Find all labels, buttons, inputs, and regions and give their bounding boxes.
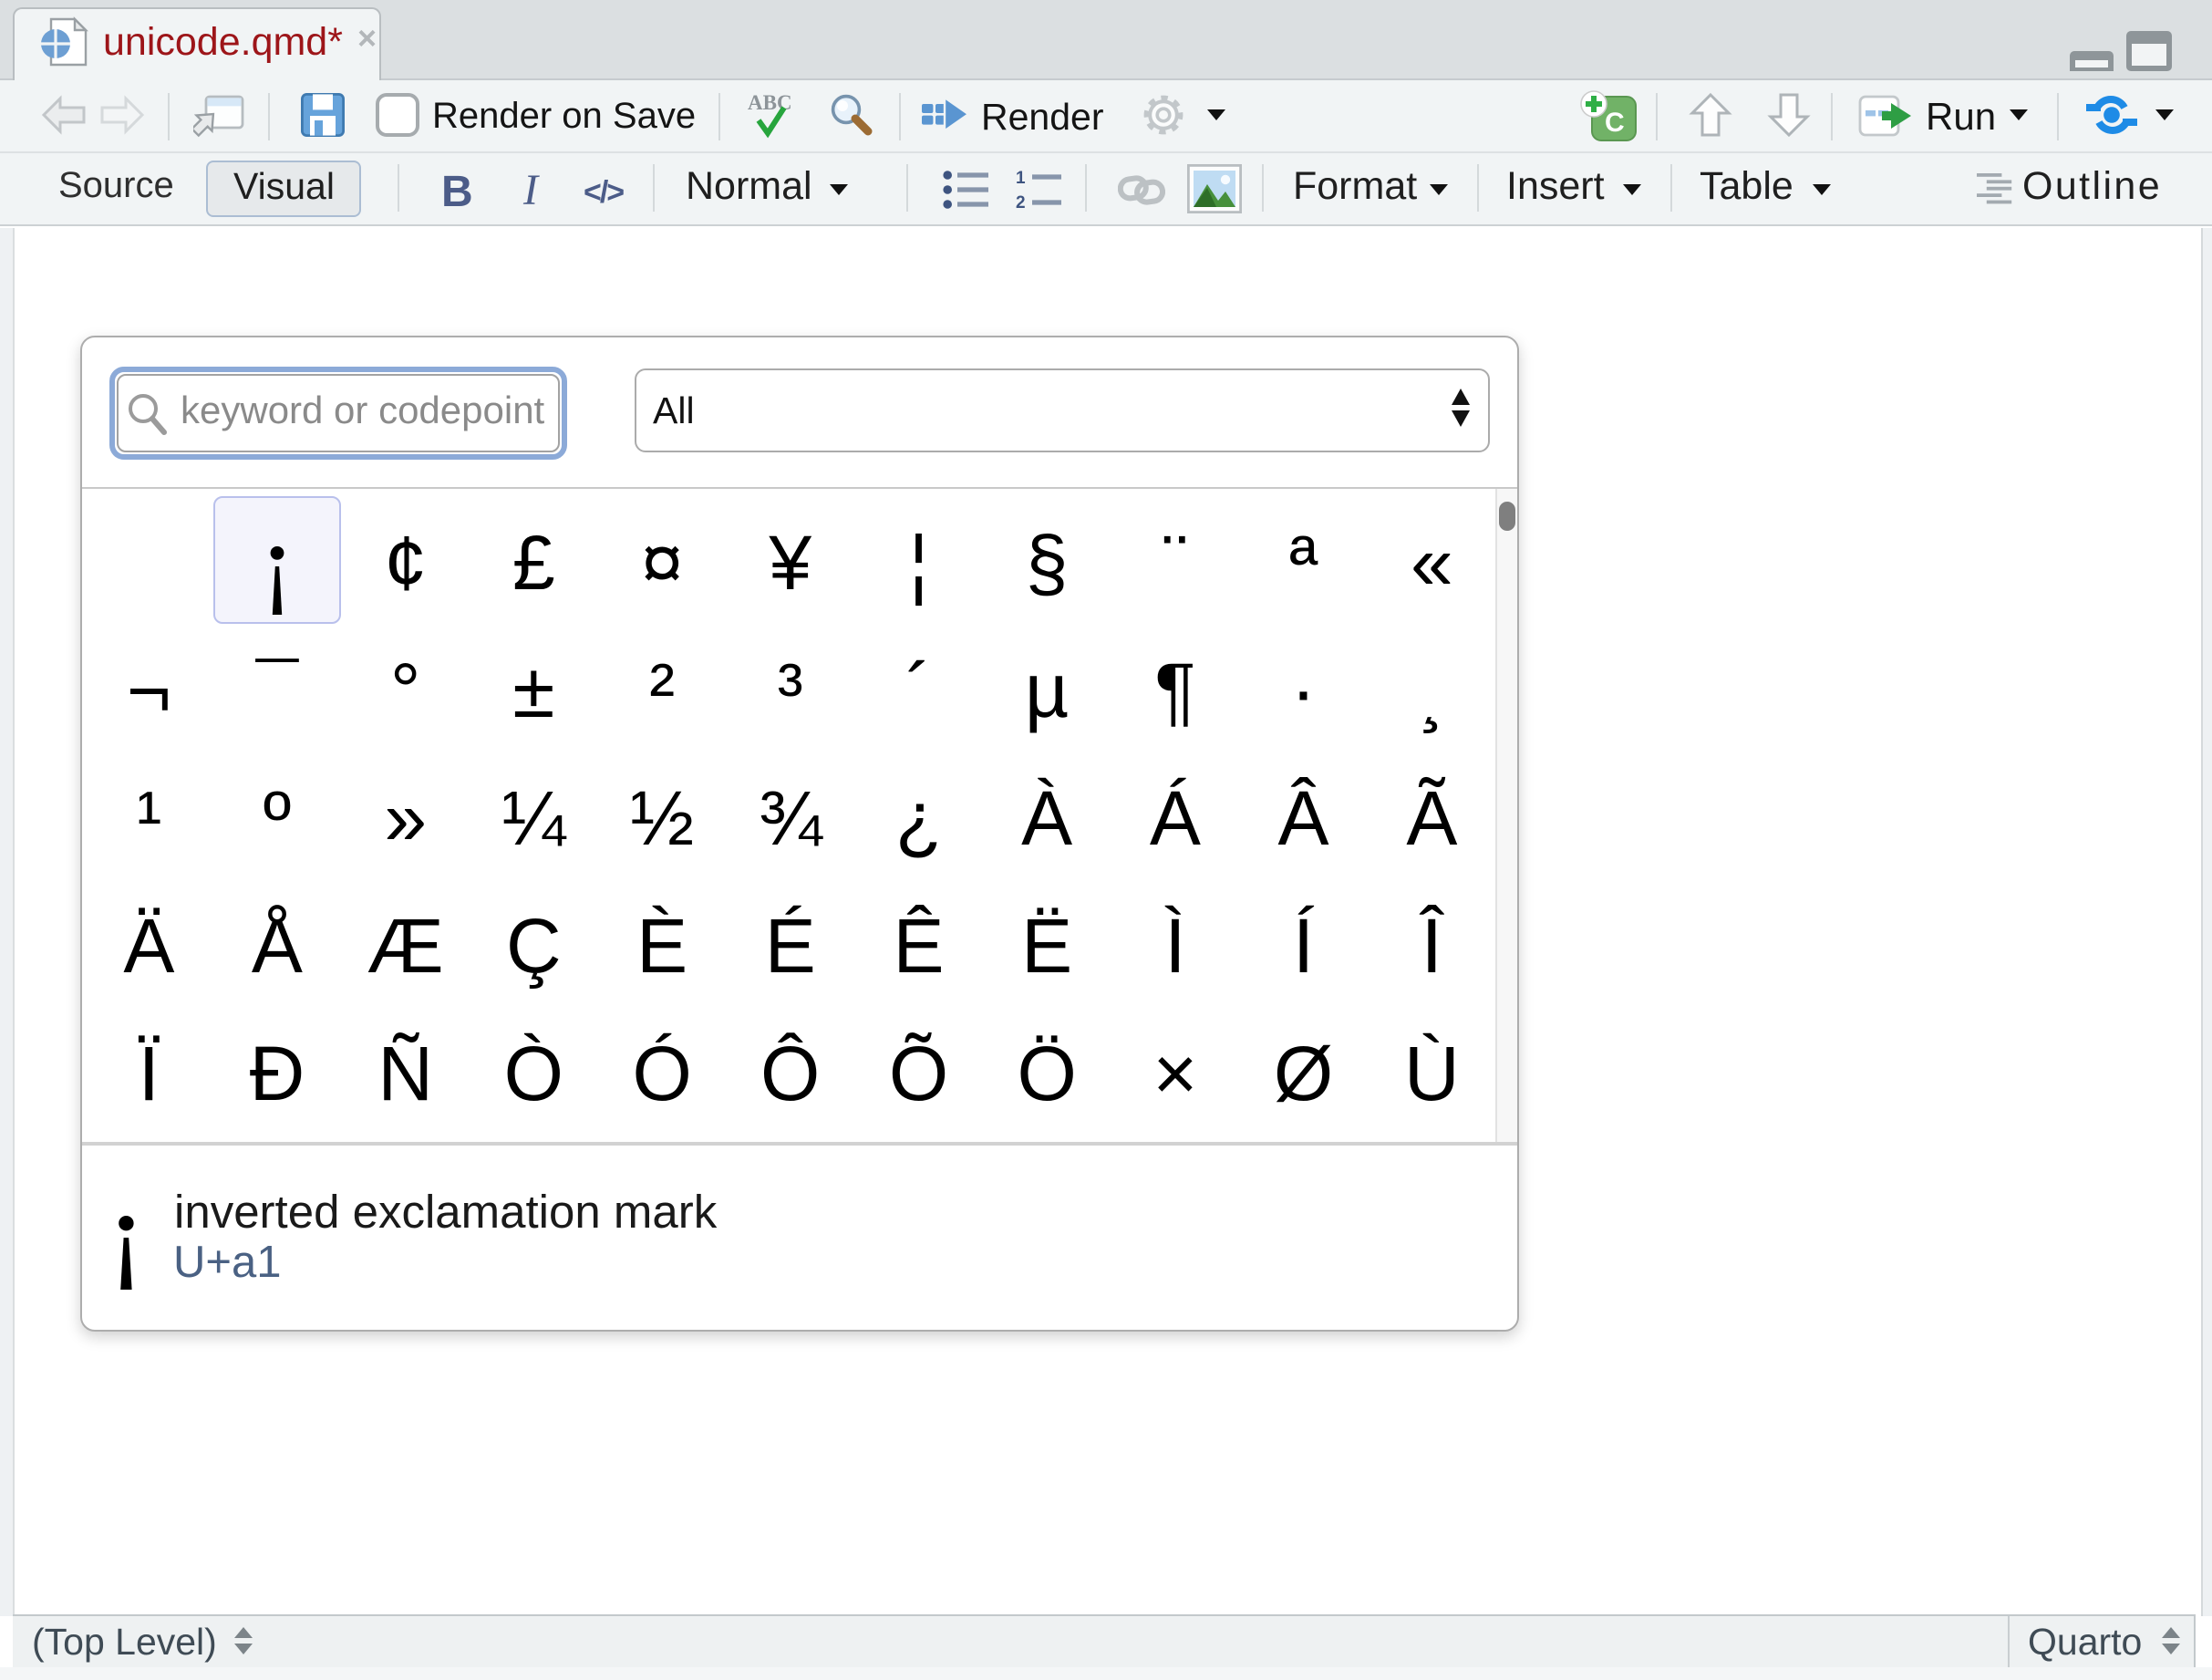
svg-text:1: 1 [1016, 170, 1026, 188]
svg-text:2: 2 [1016, 193, 1026, 210]
svg-text:C: C [1605, 108, 1625, 138]
